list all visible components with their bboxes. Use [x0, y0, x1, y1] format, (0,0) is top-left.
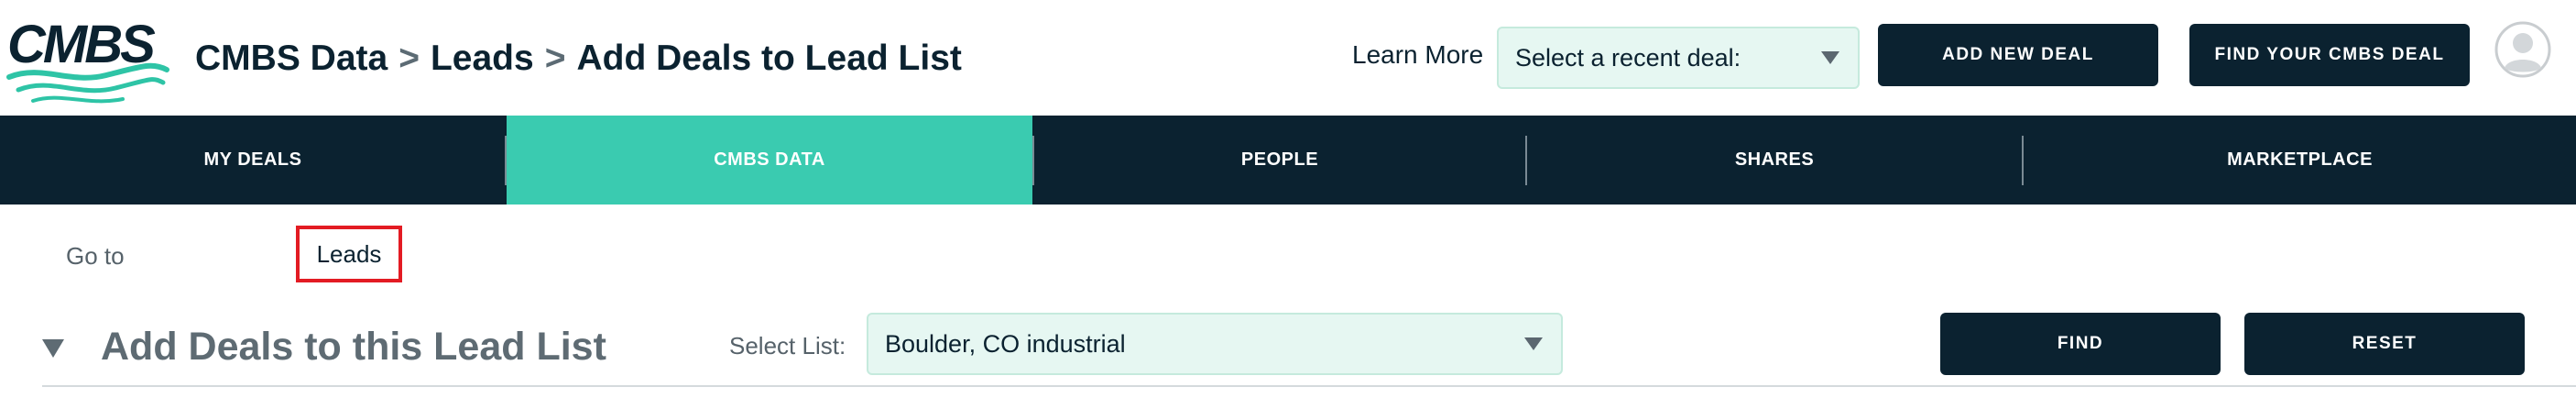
chevron-down-icon	[1821, 51, 1839, 64]
breadcrumb-item-current: Add Deals to Lead List	[576, 39, 962, 78]
nav-tab-cmbs-data[interactable]: CMBS DATA	[507, 116, 1032, 205]
breadcrumb-item-leads[interactable]: Leads	[431, 39, 534, 79]
goto-label: Go to	[66, 242, 125, 270]
find-button[interactable]: FIND	[1940, 313, 2221, 375]
nav-tab-marketplace[interactable]: MARKETPLACE	[2024, 116, 2576, 205]
logo-text: CMBS	[7, 15, 156, 74]
nav-tab-my-deals[interactable]: MY DEALS	[0, 116, 506, 205]
header: CMBS CMBS Data > Leads > Add Deals to Le…	[0, 0, 2576, 116]
breadcrumb-separator: >	[398, 39, 420, 78]
main-nav: MY DEALS CMBS DATA PEOPLE SHARES MARKETP…	[0, 116, 2576, 205]
find-your-cmbs-deal-button[interactable]: FIND YOUR CMBS DEAL	[2189, 24, 2470, 86]
nav-tab-people[interactable]: PEOPLE	[1034, 116, 1525, 205]
reset-button[interactable]: RESET	[2244, 313, 2525, 375]
leads-link[interactable]: Leads	[296, 226, 402, 282]
add-new-deal-button[interactable]: ADD NEW DEAL	[1878, 24, 2158, 86]
lead-list-select[interactable]: Boulder, CO industrial	[867, 313, 1563, 375]
section-title: Add Deals to this Lead List	[101, 325, 606, 369]
user-avatar-icon[interactable]	[2494, 20, 2552, 79]
breadcrumb-separator: >	[544, 39, 566, 78]
breadcrumb: CMBS Data > Leads > Add Deals to Lead Li…	[195, 35, 962, 83]
chevron-down-icon	[1524, 337, 1543, 350]
select-list-label: Select List:	[729, 332, 846, 359]
recent-deal-select[interactable]: Select a recent deal:	[1497, 27, 1860, 89]
learn-more-link[interactable]: Learn More	[1352, 40, 1483, 70]
recent-deal-select-value: Select a recent deal:	[1515, 43, 1741, 72]
nav-tab-shares[interactable]: SHARES	[1527, 116, 2022, 205]
collapse-triangle-icon[interactable]	[42, 339, 64, 358]
lead-list-select-value: Boulder, CO industrial	[885, 329, 1126, 358]
section-divider	[42, 385, 2576, 387]
cmbs-logo[interactable]: CMBS	[5, 11, 170, 106]
breadcrumb-item-cmbs-data[interactable]: CMBS Data	[195, 39, 387, 79]
